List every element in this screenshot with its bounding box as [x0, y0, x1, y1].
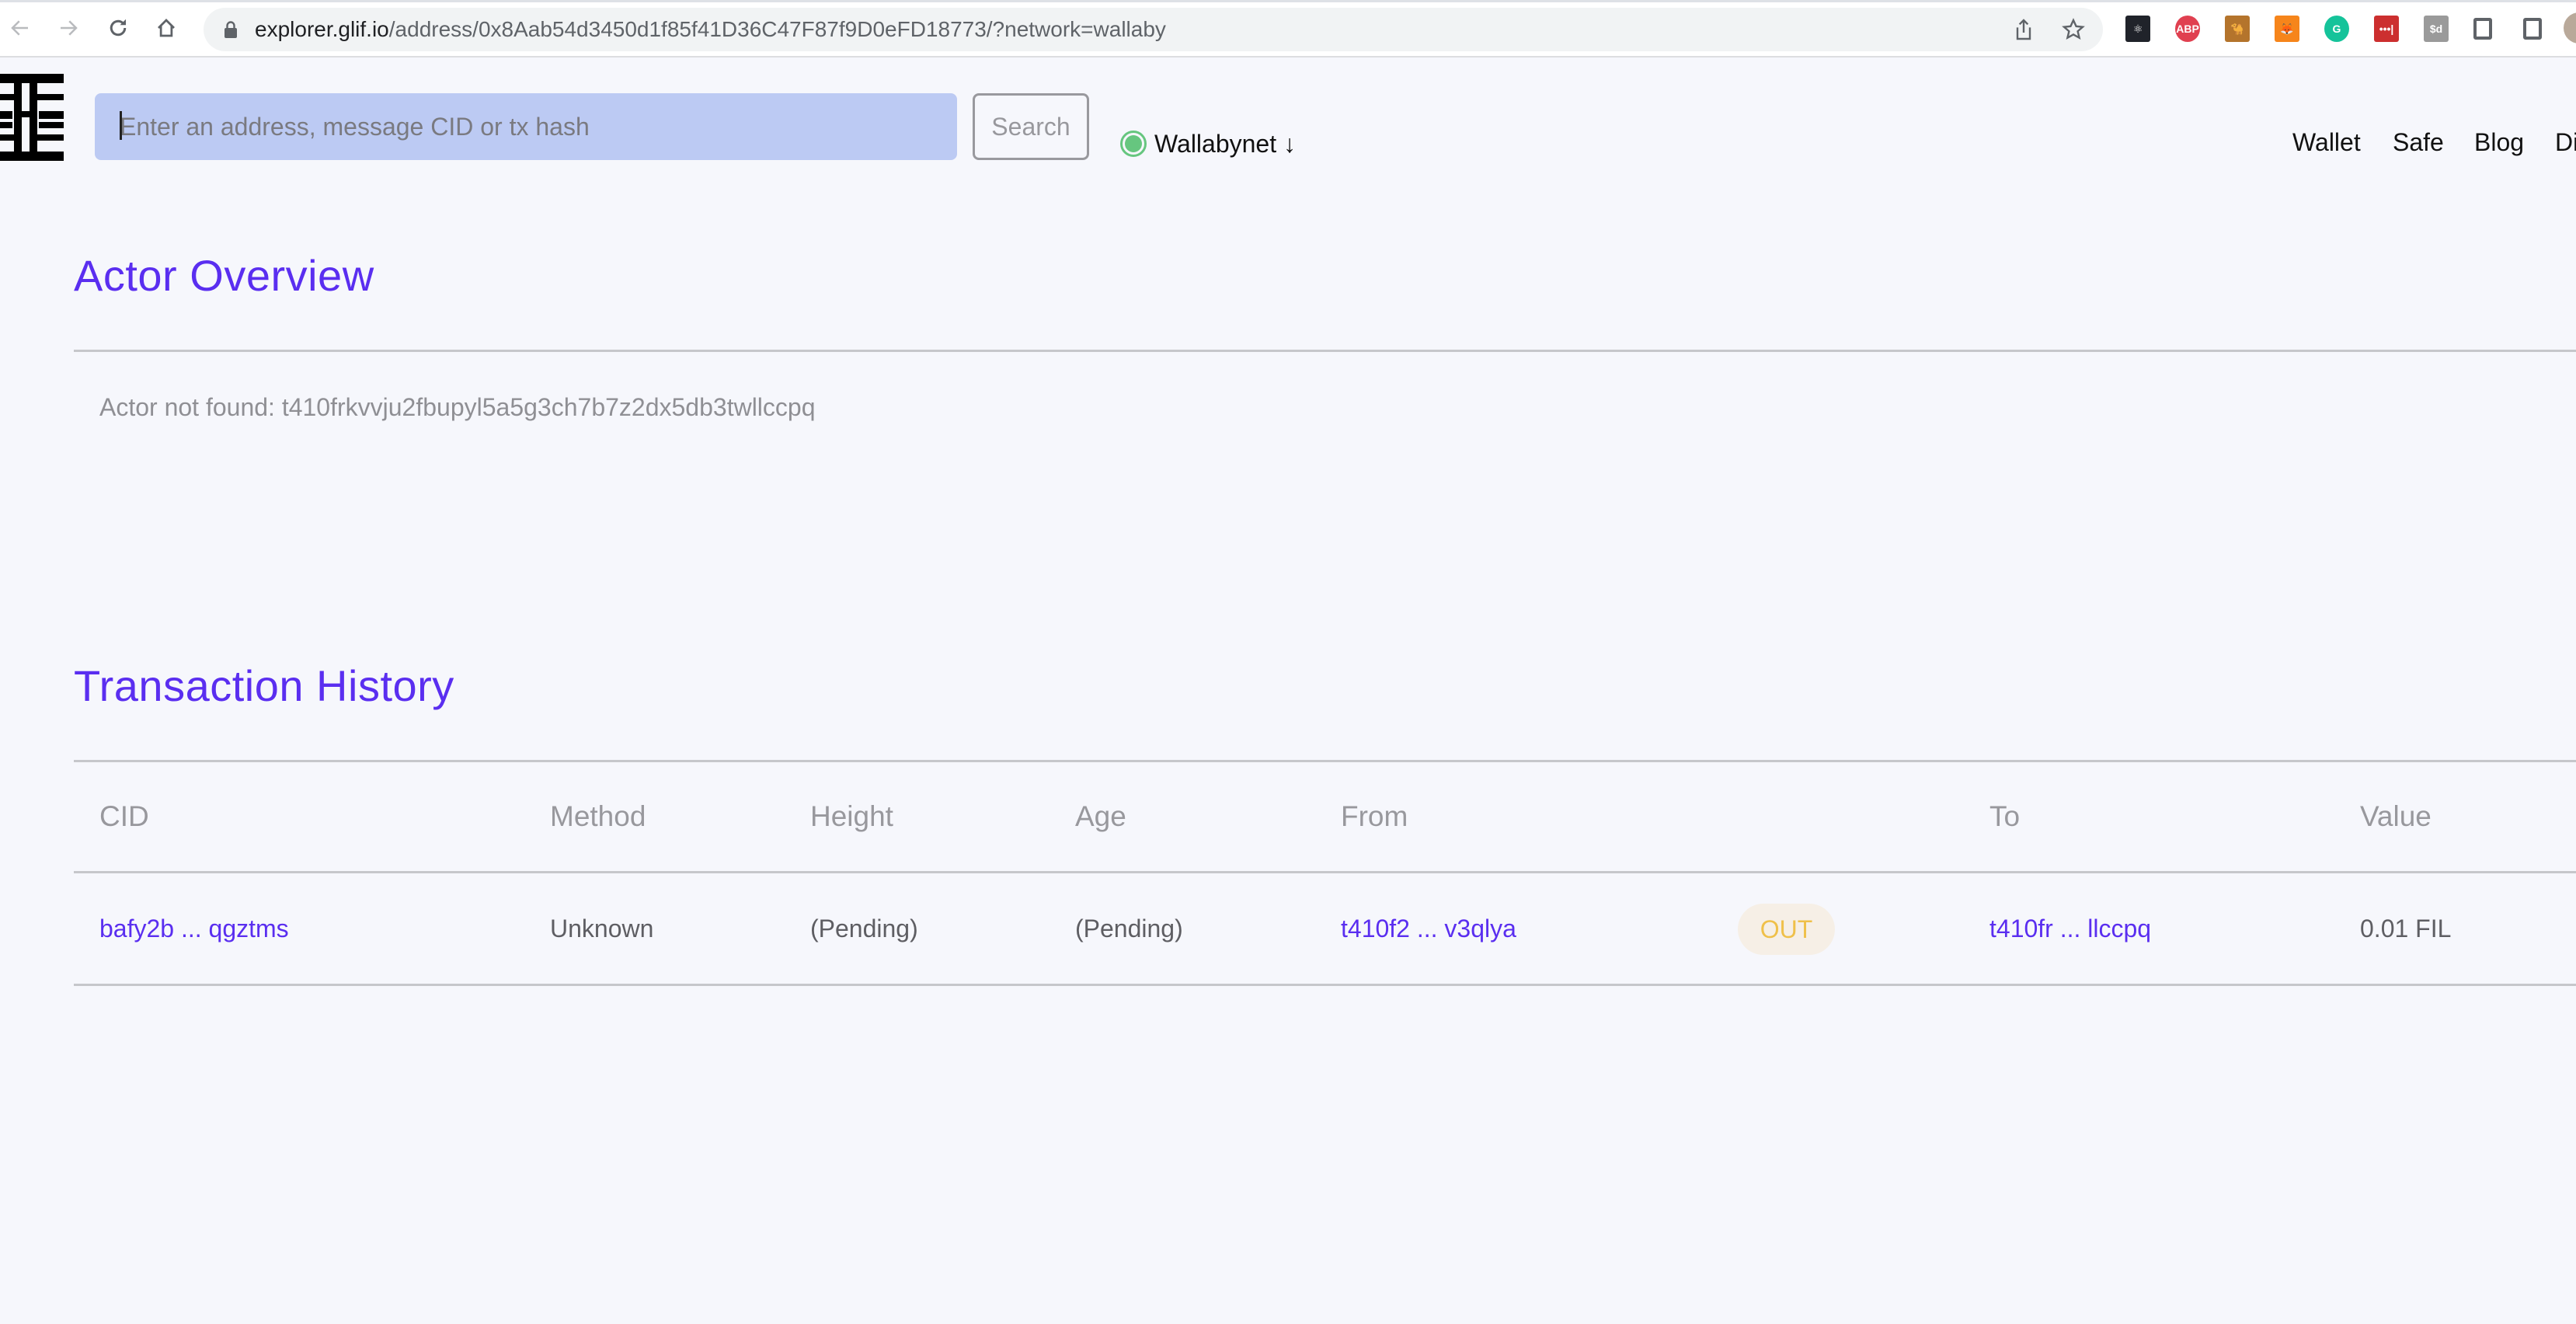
- section-divider: [74, 350, 2576, 352]
- network-status-icon: [1120, 131, 1147, 157]
- sidebar-panel-extension-icon[interactable]: [2523, 18, 2542, 40]
- nav-link-wallet[interactable]: Wallet: [2292, 128, 2361, 157]
- url-text[interactable]: explorer.glif.io/address/0x8Aab54d3450d1…: [255, 17, 1166, 42]
- to-address-link[interactable]: t410fr ... llccpq: [1989, 915, 2151, 943]
- height-cell: (Pending): [810, 915, 918, 942]
- home-button[interactable]: [152, 14, 180, 42]
- reload-icon: [110, 19, 127, 37]
- transaction-history-title: Transaction History: [74, 661, 454, 710]
- search-button[interactable]: Search: [973, 93, 1089, 160]
- lock-icon: [225, 21, 237, 38]
- actor-overview-title: Actor Overview: [74, 251, 374, 300]
- value-cell: 0.01 FIL: [2360, 915, 2452, 942]
- nav-link-safe[interactable]: Safe: [2393, 128, 2444, 157]
- network-selector[interactable]: Wallabynet ↓: [1120, 128, 1296, 159]
- column-header-age: Age: [1075, 800, 1126, 832]
- column-header-cid: CID: [99, 800, 149, 832]
- age-cell: (Pending): [1075, 915, 1183, 942]
- forward-button[interactable]: [54, 14, 82, 42]
- column-header-value: Value: [2360, 800, 2432, 832]
- url-path: /address/0x8Aab54d3450d1f85f41D36C47F87f…: [388, 17, 1166, 41]
- glif-logo-icon[interactable]: [0, 74, 64, 161]
- lastpass-extension-icon[interactable]: •••|: [2374, 16, 2399, 42]
- sd-extension-extension-icon[interactable]: $d: [2424, 16, 2449, 42]
- column-header-height: Height: [810, 800, 893, 832]
- table-top-divider: [74, 760, 2576, 762]
- arrow-left-icon: [11, 20, 28, 36]
- column-header-from: From: [1341, 800, 1408, 832]
- column-header-method: Method: [550, 800, 646, 832]
- address-bar[interactable]: explorer.glif.io/address/0x8Aab54d3450d1…: [204, 8, 2103, 51]
- grammarly-extension-icon[interactable]: G: [2324, 16, 2349, 42]
- react-devtools-extension-icon[interactable]: ⚛: [2125, 16, 2150, 42]
- back-button[interactable]: [6, 14, 34, 42]
- metamask-extension-icon[interactable]: 🦊: [2275, 16, 2299, 42]
- column-header-to: To: [1989, 800, 2021, 832]
- nav-link-blog[interactable]: Blog: [2474, 128, 2524, 157]
- actor-not-found-message: Actor not found: t410frkvvju2fbupyl5a5g3…: [99, 393, 816, 421]
- row-divider: [74, 984, 2576, 986]
- header-divider: [74, 871, 2576, 873]
- cid-link[interactable]: bafy2b ... qgztms: [99, 915, 289, 943]
- bookmark-star-icon[interactable]: [2061, 17, 2086, 42]
- text-cursor: [120, 111, 122, 140]
- reload-button[interactable]: [104, 14, 132, 42]
- adblock-plus-extension-icon[interactable]: ABP: [2175, 16, 2200, 42]
- share-icon[interactable]: [2011, 17, 2036, 42]
- arrow-right-icon: [61, 20, 78, 36]
- url-host: explorer.glif.io: [255, 17, 389, 41]
- browser-toolbar: explorer.glif.io/address/0x8Aab54d3450d1…: [0, 0, 2576, 57]
- tab-strip-edge: [0, 0, 2576, 2]
- profile-avatar[interactable]: [2564, 12, 2576, 44]
- direction-badge: OUT: [1738, 904, 1835, 955]
- extensions-puzzle-extension-icon[interactable]: [2473, 18, 2492, 40]
- method-cell: Unknown: [550, 915, 654, 942]
- search-input[interactable]: [95, 93, 957, 160]
- nav-link-discord[interactable]: Di: [2555, 128, 2576, 157]
- home-icon: [158, 19, 175, 37]
- from-address-link[interactable]: t410f2 ... v3qlya: [1341, 915, 1516, 943]
- network-label: Wallabynet ↓: [1154, 129, 1296, 158]
- camel-notebook-extension-icon[interactable]: 🐪: [2225, 16, 2250, 42]
